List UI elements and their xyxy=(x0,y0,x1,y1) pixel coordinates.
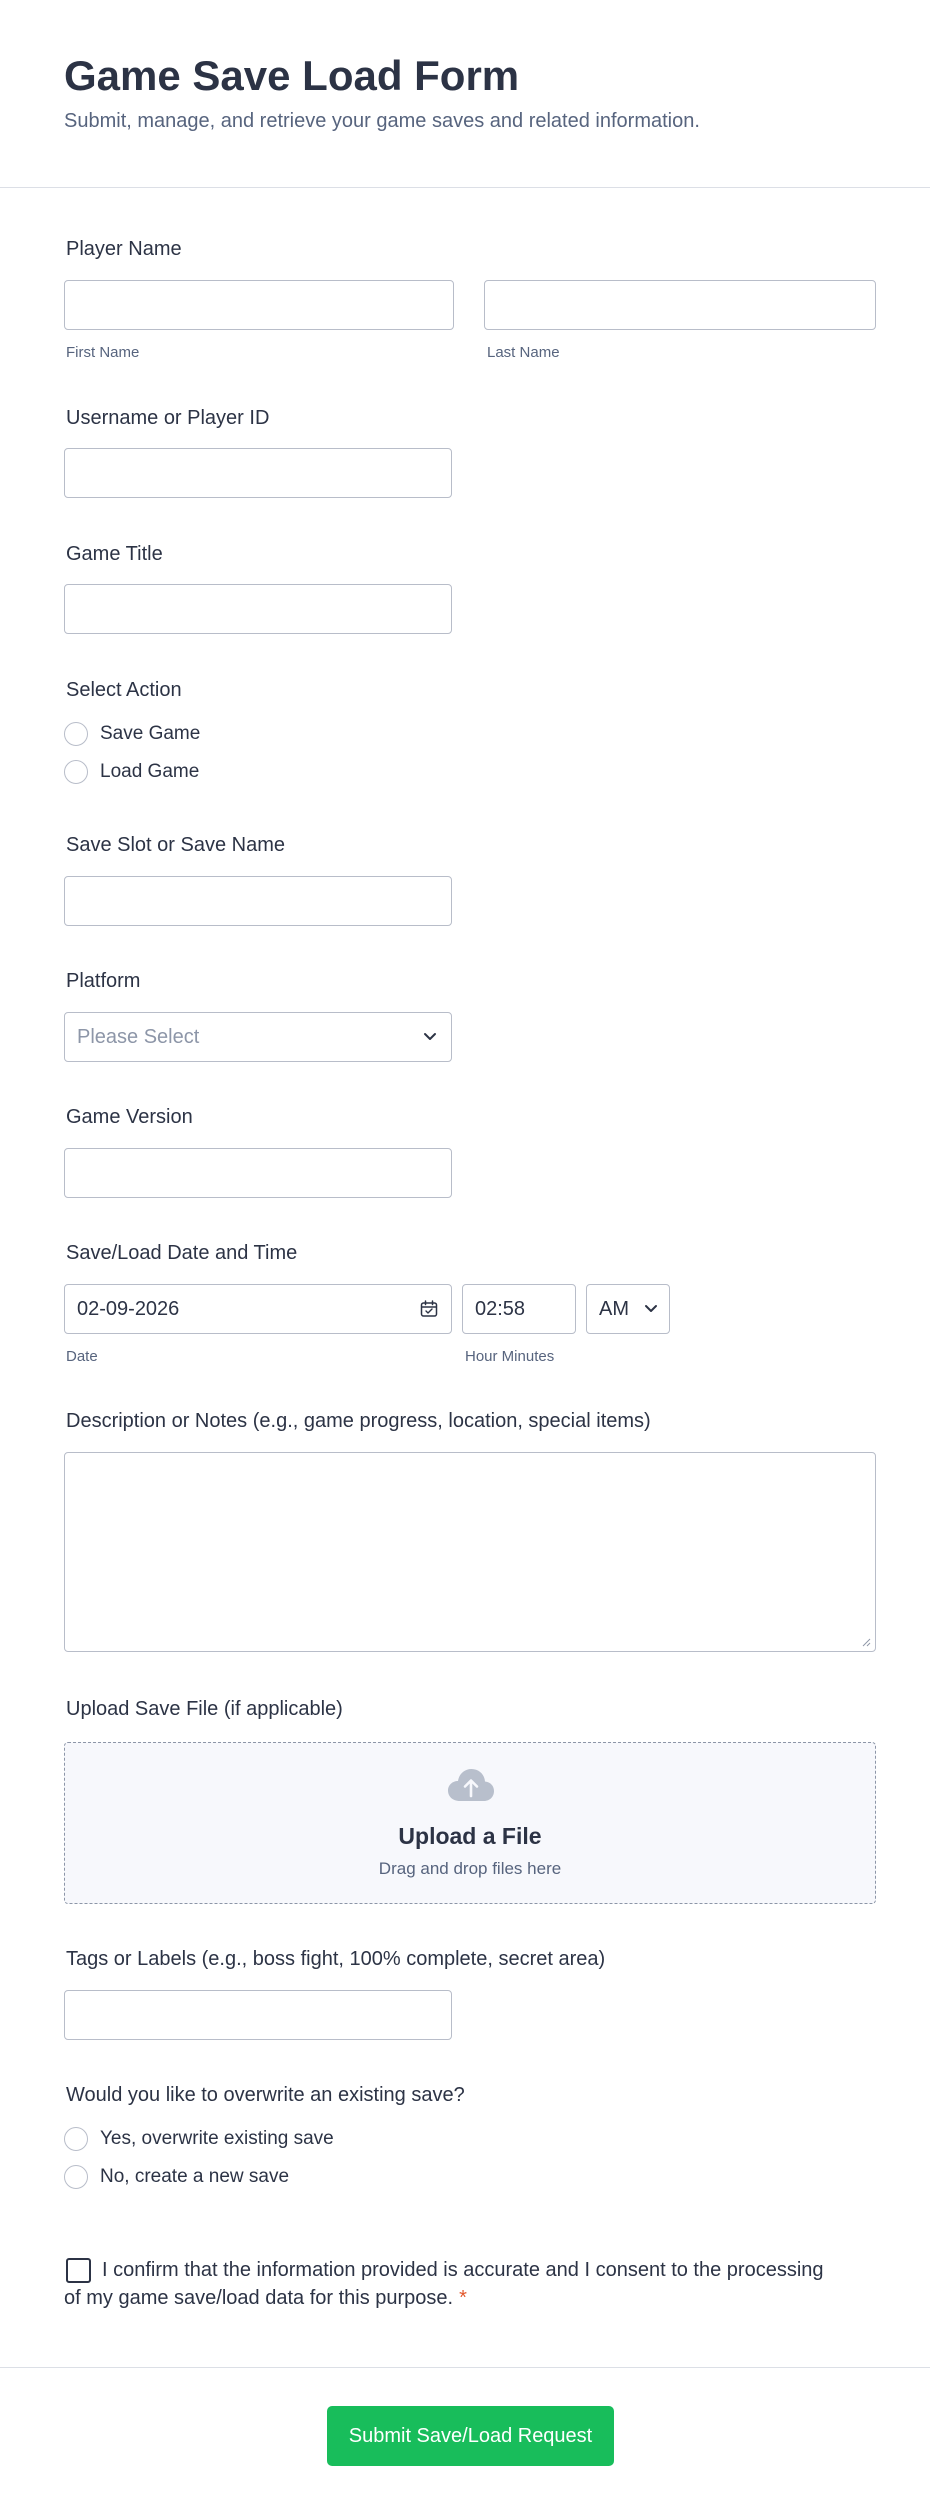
radio-circle[interactable] xyxy=(64,2127,88,2151)
radio-circle[interactable] xyxy=(64,760,88,784)
time-input[interactable]: 02:58 xyxy=(462,1284,576,1334)
file-upload-dropzone[interactable]: Upload a File Drag and drop files here xyxy=(64,1742,876,1904)
calendar-icon[interactable] xyxy=(419,1299,439,1319)
resize-grip-icon[interactable] xyxy=(861,1637,871,1647)
ampm-select[interactable]: AM xyxy=(586,1284,670,1334)
game-version-input[interactable] xyxy=(64,1148,452,1198)
first-name-input[interactable] xyxy=(64,280,454,330)
overwrite-label: Would you like to overwrite an existing … xyxy=(66,2084,465,2106)
date-value: 02-09-2026 xyxy=(77,1298,180,1320)
game-title-label: Game Title xyxy=(66,543,163,565)
time-value: 02:58 xyxy=(475,1298,526,1320)
upload-label: Upload Save File (if applicable) xyxy=(66,1698,343,1720)
radio-overwrite-no[interactable]: No, create a new save xyxy=(64,2164,289,2190)
first-name-sublabel: First Name xyxy=(66,344,140,361)
page-subtitle: Submit, manage, and retrieve your game s… xyxy=(64,110,700,132)
radio-label: Save Game xyxy=(100,723,201,744)
chevron-down-icon xyxy=(645,1305,657,1312)
form-header: Game Save Load Form Submit, manage, and … xyxy=(0,0,930,188)
ampm-value: AM xyxy=(599,1298,629,1320)
datetime-label: Save/Load Date and Time xyxy=(66,1242,298,1264)
time-sublabel: Hour Minutes xyxy=(465,1348,555,1365)
notes-textarea[interactable] xyxy=(64,1452,876,1652)
upload-title: Upload a File xyxy=(398,1823,542,1849)
platform-select[interactable]: Please Select xyxy=(64,1012,452,1062)
platform-placeholder: Please Select xyxy=(77,1026,200,1048)
page-title: Game Save Load Form xyxy=(64,52,520,99)
submit-button[interactable]: Submit Save/Load Request xyxy=(327,2406,614,2466)
last-name-input[interactable] xyxy=(484,280,876,330)
game-title-input[interactable] xyxy=(64,584,452,634)
tags-label: Tags or Labels (e.g., boss fight, 100% c… xyxy=(66,1948,606,1970)
username-input[interactable] xyxy=(64,448,452,498)
date-input[interactable]: 02-09-2026 xyxy=(64,1284,452,1334)
date-sublabel: Date xyxy=(66,1348,98,1365)
required-asterisk: * xyxy=(459,2287,467,2309)
consent-label: I confirm that the information provided … xyxy=(64,2256,824,2312)
notes-label: Description or Notes (e.g., game progres… xyxy=(66,1410,651,1432)
save-slot-label: Save Slot or Save Name xyxy=(66,834,285,856)
game-version-label: Game Version xyxy=(66,1106,193,1128)
radio-load-game[interactable]: Load Game xyxy=(64,759,199,785)
radio-overwrite-yes[interactable]: Yes, overwrite existing save xyxy=(64,2126,334,2152)
player-name-label: Player Name xyxy=(66,238,182,260)
radio-circle[interactable] xyxy=(64,2165,88,2189)
radio-label: Yes, overwrite existing save xyxy=(100,2128,334,2149)
select-action-label: Select Action xyxy=(66,679,182,701)
chevron-down-icon xyxy=(424,1033,436,1040)
radio-circle[interactable] xyxy=(64,722,88,746)
radio-label: Load Game xyxy=(100,761,200,782)
tags-input[interactable] xyxy=(64,1990,452,2040)
upload-hint: Drag and drop files here xyxy=(378,1859,562,1878)
platform-label: Platform xyxy=(66,970,141,992)
save-slot-input[interactable] xyxy=(64,876,452,926)
last-name-sublabel: Last Name xyxy=(487,344,560,361)
cloud-upload-icon xyxy=(448,1769,494,1801)
footer-divider xyxy=(0,2367,930,2368)
radio-label: No, create a new save xyxy=(100,2166,290,2187)
consent-text: I confirm that the information provided … xyxy=(64,2259,824,2309)
radio-save-game[interactable]: Save Game xyxy=(64,721,200,747)
username-label: Username or Player ID xyxy=(66,407,270,429)
